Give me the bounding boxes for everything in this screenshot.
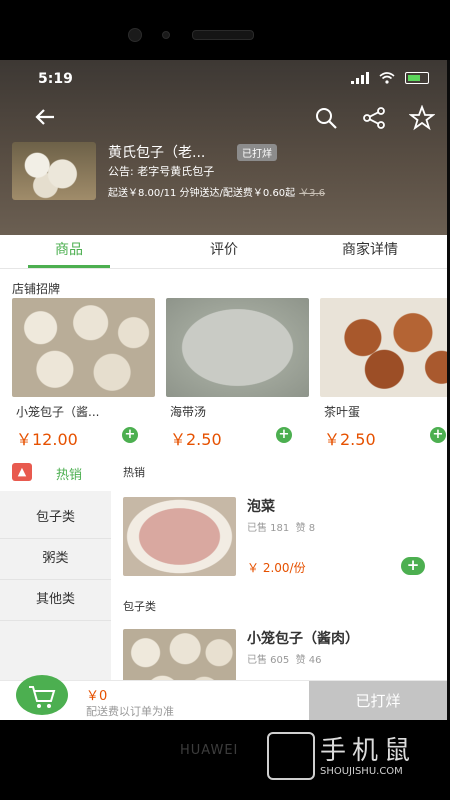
product-stats: 已售 605 赞 46 bbox=[247, 651, 322, 666]
product-image[interactable] bbox=[123, 497, 236, 576]
app-screen: 5:19 黄氏包子（老... 已打烊 公告: 老字号黄氏包子 起送￥8.00/1… bbox=[0, 60, 447, 720]
flame-icon: ▲ bbox=[12, 463, 32, 481]
sold-count: 已售 181 bbox=[247, 523, 290, 534]
category-sidebar: ▲ 热销 包子类 粥类 其他类 bbox=[0, 455, 111, 685]
category-header: 热销 bbox=[123, 466, 145, 479]
delivery-old-fee: ￥3.6 bbox=[299, 188, 326, 199]
cart-bar: ￥0 配送费以订单为准 已打烊 bbox=[0, 675, 447, 720]
phone-frame: 5:19 黄氏包子（老... 已打烊 公告: 老字号黄氏包子 起送￥8.00/1… bbox=[0, 0, 450, 800]
camera-icon bbox=[128, 28, 142, 42]
sidebar-item-buns[interactable]: 包子类 bbox=[0, 498, 111, 539]
featured-name: 海带汤 bbox=[170, 405, 207, 419]
product-stats: 已售 181 赞 8 bbox=[247, 519, 315, 534]
watermark-cn: 手机鼠 bbox=[320, 736, 417, 766]
sidebar-item-other[interactable]: 其他类 bbox=[0, 580, 111, 621]
watermark-en: SHOUJISHU.COM bbox=[320, 766, 403, 777]
product-list: 热销 泡菜 已售 181 赞 8 ￥ 2.00/份 + 包子类 小笼包子（酱肉）… bbox=[111, 455, 447, 708]
tab-products[interactable]: 商品 bbox=[28, 239, 110, 259]
status-bar: 5:19 bbox=[0, 60, 447, 100]
watermark: 手机鼠 SHOUJISHU.COM bbox=[262, 726, 442, 786]
featured-name: 小笼包子（酱... bbox=[16, 405, 100, 419]
wifi-icon bbox=[379, 72, 395, 84]
product-name[interactable]: 泡菜 bbox=[247, 496, 275, 516]
back-arrow-icon[interactable] bbox=[34, 105, 64, 135]
featured-price: ￥2.50 bbox=[324, 430, 376, 449]
featured-image bbox=[12, 298, 155, 397]
star-icon[interactable] bbox=[408, 104, 436, 131]
header-actions bbox=[313, 104, 436, 131]
sold-count: 已售 605 bbox=[247, 655, 290, 666]
add-icon[interactable]: + bbox=[122, 427, 138, 443]
delivery-text: 起送￥8.00/11 分钟送达/配送费￥0.60起 bbox=[108, 188, 296, 199]
cart-button[interactable] bbox=[16, 675, 68, 715]
like-count: 赞 46 bbox=[295, 655, 322, 666]
featured-name: 茶叶蛋 bbox=[324, 405, 361, 419]
delivery-fee-note: 配送费以订单为准 bbox=[86, 705, 174, 718]
mouse-logo-icon bbox=[267, 732, 315, 780]
featured-title: 店铺招牌 bbox=[12, 282, 61, 296]
phone-top-bezel bbox=[0, 0, 450, 60]
add-to-cart-icon[interactable]: + bbox=[401, 557, 425, 575]
battery-icon bbox=[405, 72, 429, 84]
shop-header: 5:19 黄氏包子（老... 已打烊 公告: 老字号黄氏包子 起送￥8.00/1… bbox=[0, 60, 447, 235]
tab-merchant-details[interactable]: 商家详情 bbox=[320, 239, 420, 259]
shop-name: 黄氏包子（老... bbox=[108, 145, 206, 161]
closed-badge: 已打烊 bbox=[237, 144, 277, 161]
checkout-button[interactable]: 已打烊 bbox=[309, 681, 447, 720]
sidebar-item-porridge[interactable]: 粥类 bbox=[0, 539, 111, 580]
status-time: 5:19 bbox=[38, 71, 73, 87]
cart-icon bbox=[29, 686, 56, 708]
sidebar-item-label: 热销 bbox=[56, 468, 83, 483]
device-brand: HUAWEI bbox=[180, 743, 239, 758]
add-icon[interactable]: + bbox=[430, 427, 446, 443]
shop-notice: 公告: 老字号黄氏包子 bbox=[108, 165, 215, 178]
shop-logo bbox=[12, 142, 96, 200]
phone-bottom-bezel: HUAWEI 手机鼠 SHOUJISHU.COM bbox=[0, 720, 450, 800]
featured-image bbox=[166, 298, 309, 397]
sensor-icon bbox=[162, 31, 170, 39]
tab-bar: 商品 评价 商家详情 bbox=[0, 235, 447, 269]
cart-total: ￥0 bbox=[86, 689, 108, 704]
signal-icon bbox=[351, 72, 369, 84]
active-tab-indicator bbox=[28, 265, 110, 268]
tab-reviews[interactable]: 评价 bbox=[184, 239, 264, 259]
search-icon[interactable] bbox=[313, 105, 339, 131]
sidebar-item-hot[interactable]: ▲ 热销 bbox=[0, 455, 111, 491]
product-name[interactable]: 小笼包子（酱肉） bbox=[247, 628, 359, 648]
share-icon[interactable] bbox=[361, 105, 387, 131]
like-count: 赞 8 bbox=[295, 523, 316, 534]
delivery-info: 起送￥8.00/11 分钟送达/配送费￥0.60起 ￥3.6 bbox=[108, 184, 325, 199]
product-price: ￥ 2.00/份 bbox=[247, 561, 306, 575]
add-icon[interactable]: + bbox=[276, 427, 292, 443]
featured-image bbox=[320, 298, 447, 397]
category-header: 包子类 bbox=[123, 600, 156, 613]
status-icons bbox=[351, 72, 429, 84]
speaker-grille bbox=[192, 30, 254, 40]
featured-item[interactable]: 茶叶蛋 ￥2.50 bbox=[320, 298, 447, 450]
